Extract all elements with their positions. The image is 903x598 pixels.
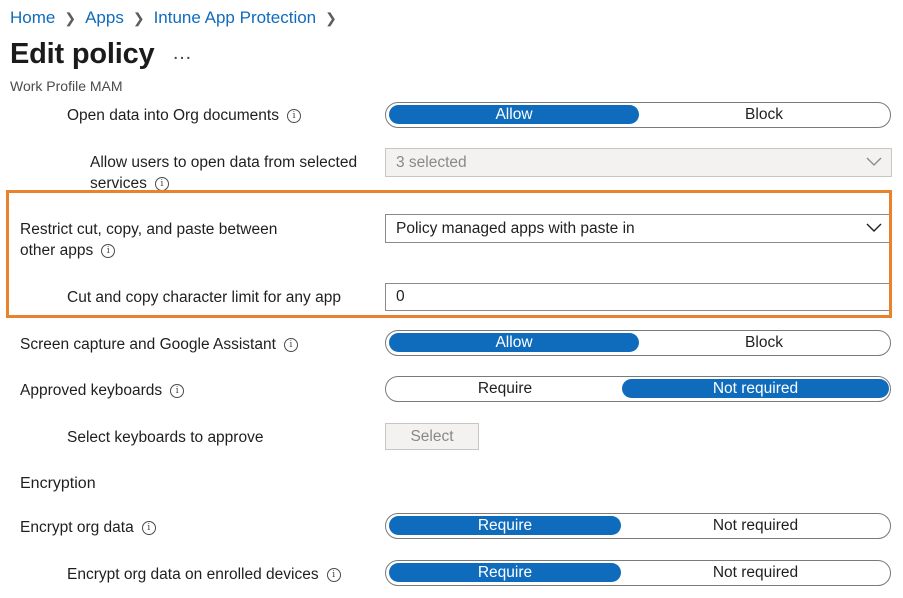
screen-capture-allow-option[interactable]: Allow [389,333,639,352]
open-data-allow-option[interactable]: Allow [389,105,639,124]
select-keyboards-label: Select keyboards to approve [67,429,264,446]
allow-users-label: Allow users to open data from selected s… [90,152,357,194]
open-data-block-option[interactable]: Block [639,105,889,124]
encrypt-enrolled-not-required-option[interactable]: Not required [622,563,889,582]
approved-keyboards-label-text: Approved keyboards [20,382,163,399]
info-icon[interactable]: i [326,567,341,582]
screen-capture-label-text: Screen capture and Google Assistant [20,336,276,353]
allow-users-services-value: 3 selected [396,154,467,171]
chevron-right-icon: ❯ [132,9,145,26]
breadcrumb-intune-app-protection[interactable]: Intune App Protection [154,8,317,28]
breadcrumb-apps[interactable]: Apps [85,8,124,28]
select-keyboards-button[interactable]: Select [385,423,479,450]
encrypt-enrolled-label-text: Encrypt org data on enrolled devices [67,566,319,583]
info-icon[interactable]: i [286,108,301,123]
open-data-toggle[interactable]: Allow Block [385,102,891,128]
chevron-right-icon: ❯ [325,9,337,26]
more-options-icon[interactable]: … [172,42,192,65]
info-icon[interactable]: i [141,520,156,535]
encrypt-enrolled-toggle[interactable]: Require Not required [385,560,891,586]
info-icon[interactable]: i [170,383,185,398]
open-data-label: Open data into Org documents i [67,105,301,126]
info-icon[interactable]: i [154,176,169,191]
allow-users-label-line1: Allow users to open data from selected [90,154,358,171]
page-title: Edit policy [10,38,155,70]
page-subtitle: Work Profile MAM [10,78,123,94]
breadcrumb: Home ❯ Apps ❯ Intune App Protection ❯ [10,8,346,28]
chevron-right-icon: ❯ [64,9,77,26]
chevron-down-icon [866,157,882,166]
encrypt-org-label: Encrypt org data i [20,517,156,538]
encrypt-org-require-option[interactable]: Require [389,516,621,535]
encrypt-org-not-required-option[interactable]: Not required [622,516,889,535]
approved-keyboards-require-option[interactable]: Require [389,379,621,398]
encrypt-org-toggle[interactable]: Require Not required [385,513,891,539]
approved-keyboards-label: Approved keyboards i [20,380,185,401]
screen-capture-block-option[interactable]: Block [639,333,889,352]
screen-capture-toggle[interactable]: Allow Block [385,330,891,356]
allow-users-services-dropdown[interactable]: 3 selected [385,148,892,177]
encrypt-enrolled-label: Encrypt org data on enrolled devices i [67,564,341,585]
open-data-label-text: Open data into Org documents [67,107,279,124]
info-icon[interactable]: i [283,337,298,352]
screen-capture-label: Screen capture and Google Assistant i [20,334,298,355]
highlight-box [6,190,892,318]
approved-keyboards-not-required-option[interactable]: Not required [622,379,889,398]
breadcrumb-home[interactable]: Home [10,8,55,28]
encrypt-enrolled-require-option[interactable]: Require [389,563,621,582]
encryption-heading: Encryption [20,475,96,492]
approved-keyboards-toggle[interactable]: Require Not required [385,376,891,402]
encrypt-org-label-text: Encrypt org data [20,519,134,536]
